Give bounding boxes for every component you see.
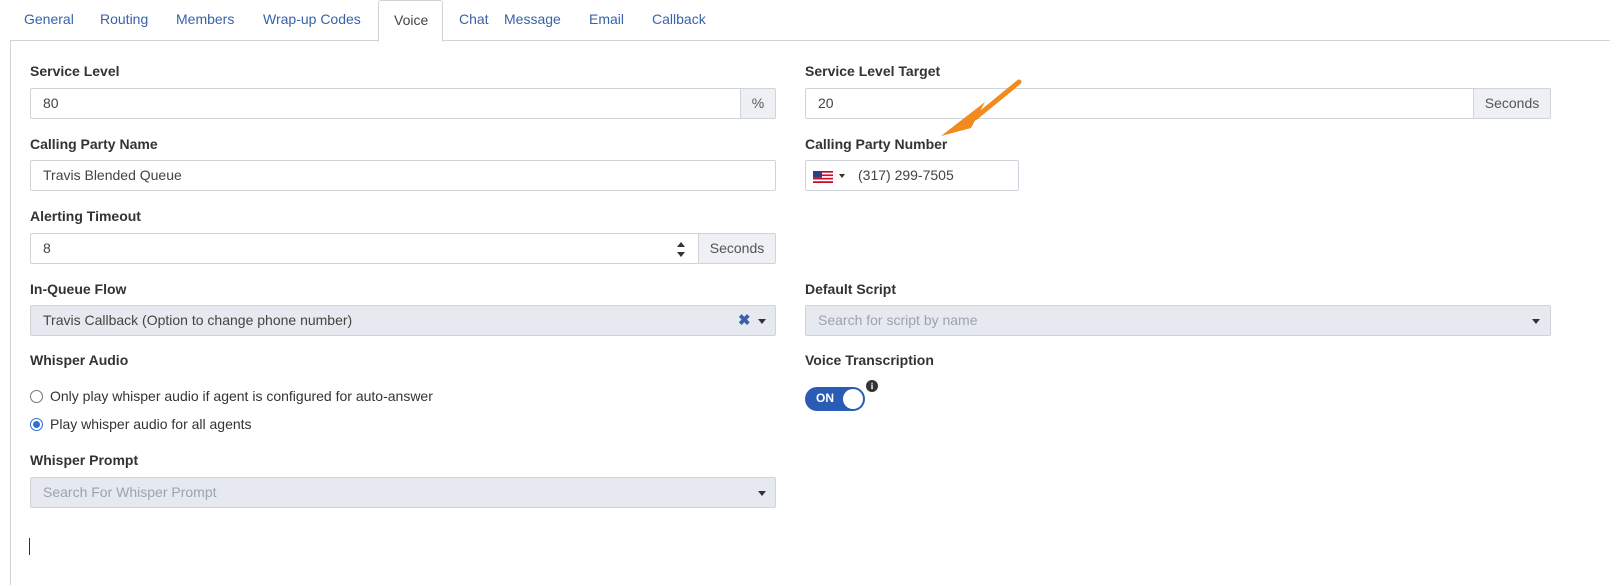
seconds-addon: Seconds	[1473, 88, 1551, 119]
default-script-label: Default Script	[805, 281, 897, 297]
in-queue-flow-select[interactable]: Travis Callback (Option to change phone …	[30, 305, 776, 336]
service-level-target-input[interactable]: 20	[805, 88, 1474, 119]
service-level-target-label: Service Level Target	[805, 63, 941, 79]
tab-callback[interactable]: Callback	[652, 0, 706, 41]
seconds-addon: Seconds	[698, 233, 776, 264]
clear-icon[interactable]: ✖	[738, 306, 751, 335]
tab-bar: General Routing Members Wrap-up Codes Vo…	[10, 0, 1610, 42]
tab-voice[interactable]: Voice	[378, 0, 443, 42]
alerting-timeout-label: Alerting Timeout	[30, 208, 141, 224]
voice-transcription-label: Voice Transcription	[805, 352, 934, 368]
whisper-option-auto-answer[interactable]: Only play whisper audio if agent is conf…	[30, 387, 433, 405]
percent-addon: %	[740, 88, 776, 119]
radio-label: Play whisper audio for all agents	[50, 416, 252, 432]
radio-button[interactable]	[30, 389, 43, 403]
radio-label: Only play whisper audio if agent is conf…	[50, 388, 433, 404]
info-icon[interactable]: i	[866, 380, 878, 392]
toggle-text: ON	[816, 391, 834, 405]
calling-party-name-input[interactable]: Travis Blended Queue	[30, 160, 776, 191]
chevron-down-icon	[839, 174, 845, 178]
orange-arrow-icon	[941, 79, 1022, 136]
service-level-label: Service Level	[30, 63, 120, 79]
panel-border	[10, 41, 11, 585]
tab-chat[interactable]: Chat	[459, 0, 489, 41]
calling-party-number-label: Calling Party Number	[805, 136, 948, 152]
alerting-timeout-value: 8	[43, 240, 51, 256]
tab-members[interactable]: Members	[176, 0, 234, 41]
default-script-placeholder: Search for script by name	[818, 312, 978, 328]
number-spinner-icon[interactable]	[676, 241, 686, 258]
whisper-prompt-placeholder: Search For Whisper Prompt	[43, 484, 217, 500]
whisper-prompt-select[interactable]: Search For Whisper Prompt	[30, 477, 776, 508]
phone-number-value: (317) 299-7505	[858, 167, 954, 183]
default-script-select[interactable]: Search for script by name	[805, 305, 1551, 336]
us-flag-icon	[813, 171, 833, 183]
alerting-timeout-input[interactable]: 8	[30, 233, 699, 264]
radio-button[interactable]	[30, 417, 43, 431]
tab-message[interactable]: Message	[504, 0, 561, 41]
toggle-knob	[843, 389, 863, 409]
calling-party-name-label: Calling Party Name	[30, 136, 158, 152]
service-level-input[interactable]: 80	[30, 88, 741, 119]
in-queue-flow-label: In-Queue Flow	[30, 281, 127, 297]
in-queue-flow-value: Travis Callback (Option to change phone …	[43, 312, 353, 328]
tab-routing[interactable]: Routing	[100, 0, 148, 41]
voice-transcription-toggle[interactable]: ON	[805, 387, 865, 411]
whisper-option-all-agents[interactable]: Play whisper audio for all agents	[30, 415, 252, 433]
whisper-prompt-label: Whisper Prompt	[30, 452, 139, 468]
country-selector[interactable]	[813, 170, 847, 183]
tab-email[interactable]: Email	[589, 0, 624, 41]
text-cursor	[29, 538, 30, 555]
chevron-down-icon	[758, 491, 766, 496]
chevron-down-icon	[1532, 319, 1540, 324]
tab-wrap-up-codes[interactable]: Wrap-up Codes	[263, 0, 361, 41]
tab-general[interactable]: General	[24, 0, 74, 41]
chevron-down-icon	[758, 319, 766, 324]
whisper-audio-label: Whisper Audio	[30, 352, 129, 368]
